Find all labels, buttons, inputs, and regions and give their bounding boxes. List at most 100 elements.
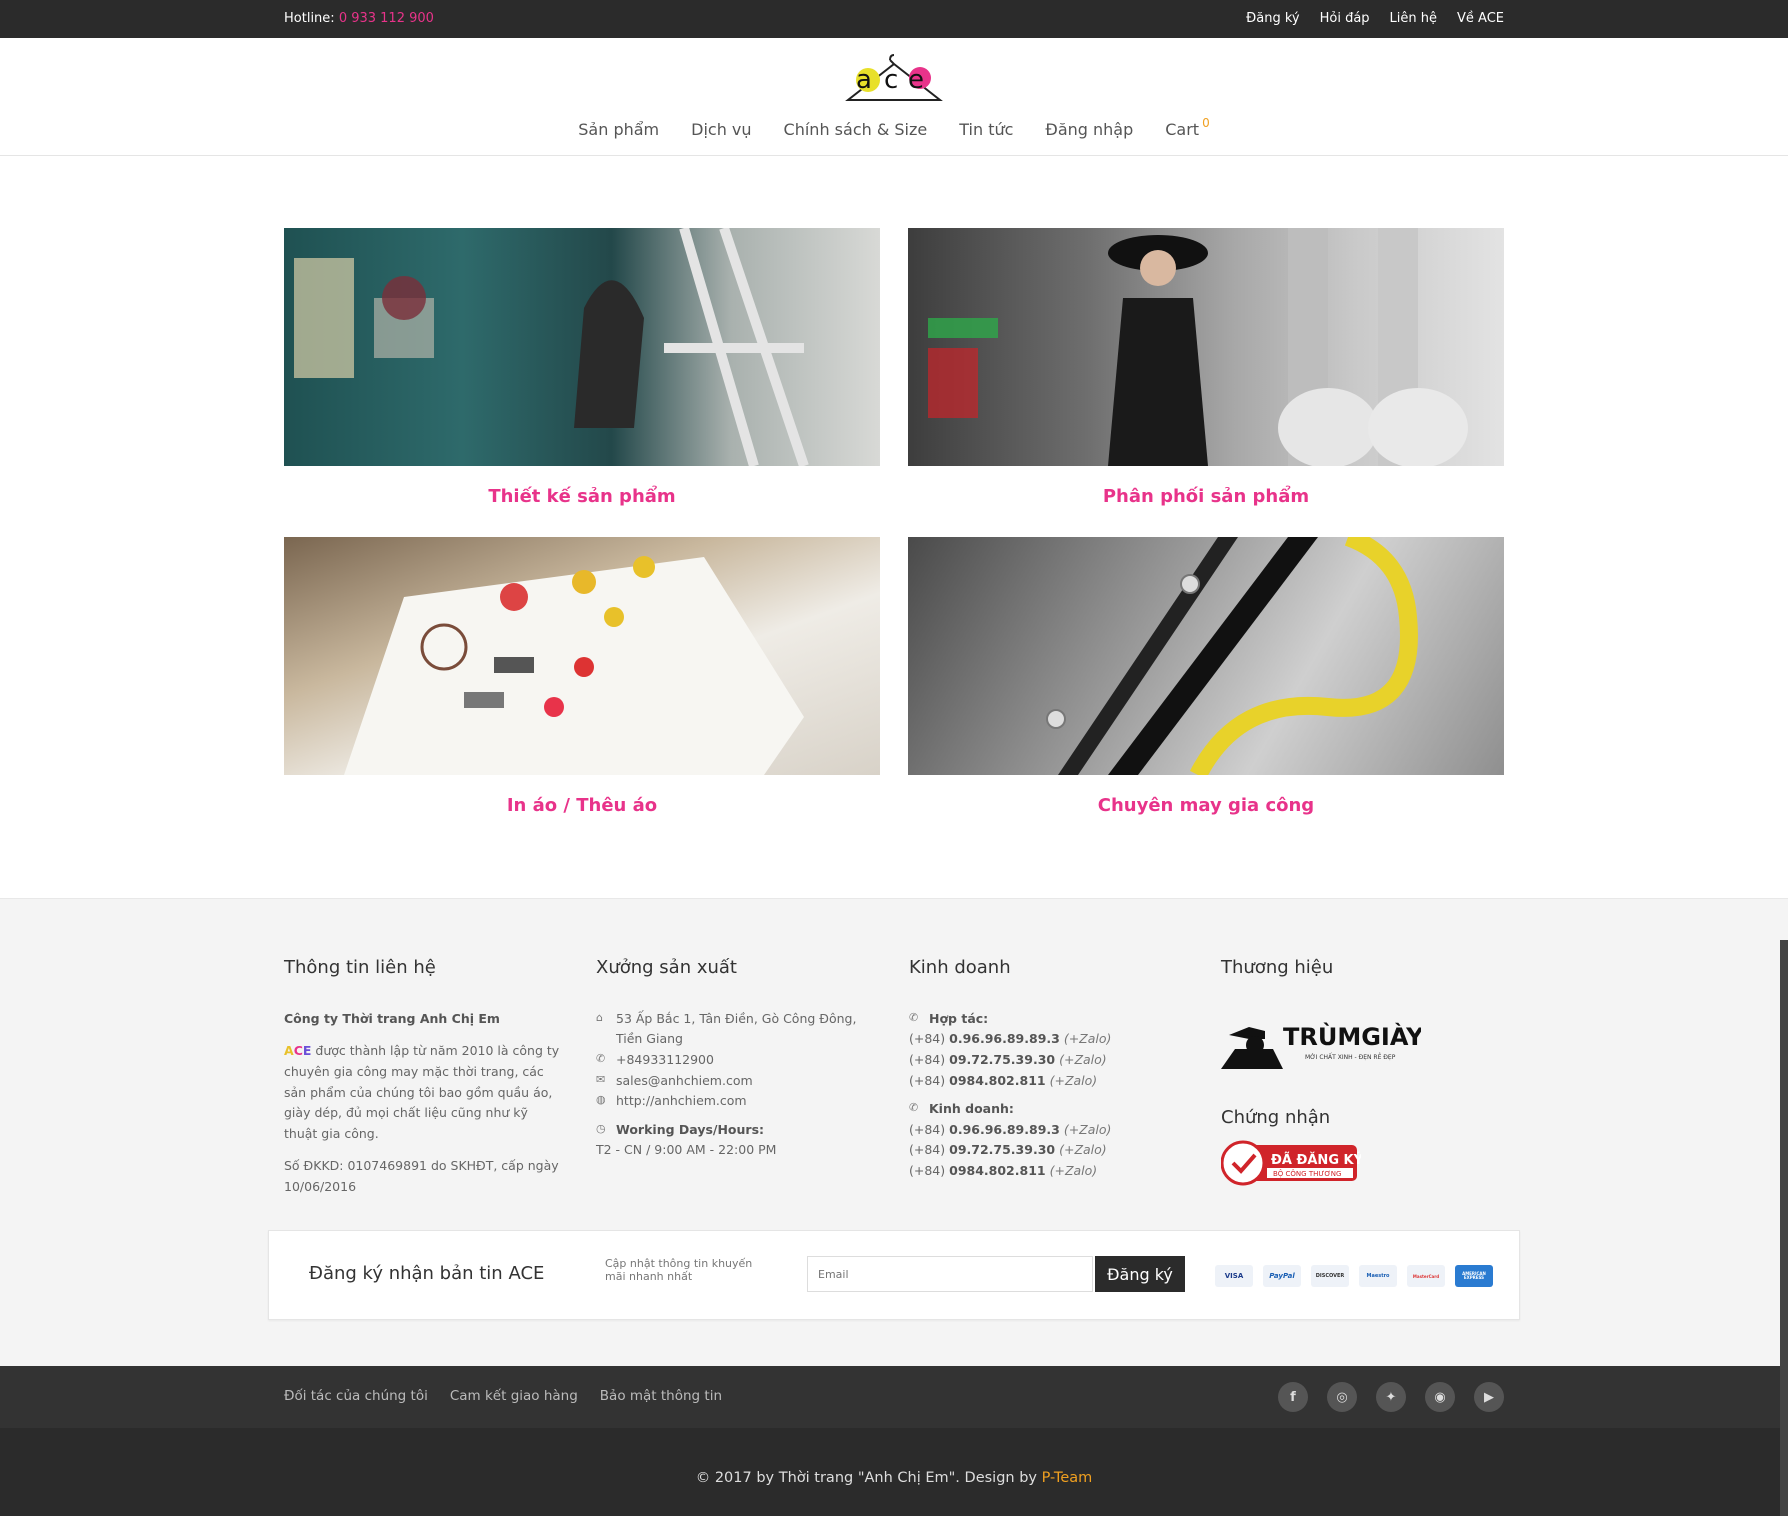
top-link-faq[interactable]: Hỏi đáp xyxy=(1320,11,1370,26)
company-desc: ACE được thành lập từ năm 2010 là công t… xyxy=(284,1043,560,1141)
svg-text:c: c xyxy=(884,65,898,95)
tape-measure-photo xyxy=(1046,537,1418,775)
trumgiay-logo[interactable]: TRÙMGIÀY MỚI CHẤT XINH - ĐẸN RẺ ĐẸP xyxy=(1221,1009,1424,1069)
phone-icon: ✆ xyxy=(909,1101,919,1115)
phone-icon: ✆ xyxy=(596,1051,606,1065)
top-links: Đăng ký Hỏi đáp Liên hệ Về ACE xyxy=(1246,11,1504,26)
ace-logo[interactable]: a c e xyxy=(844,52,944,108)
nav-news[interactable]: Tin tức xyxy=(959,120,1013,139)
phone-number[interactable]: 0.96.96.89.89.3 xyxy=(949,1122,1060,1137)
service-tile-distribution[interactable]: Phân phối sản phẩm xyxy=(908,228,1504,507)
phone-number[interactable]: 0984.802.811 xyxy=(949,1163,1045,1178)
bottom-link-delivery[interactable]: Cam kết giao hàng xyxy=(450,1388,578,1404)
instagram-icon[interactable]: ◎ xyxy=(1327,1382,1357,1412)
phone-icon: ✆ xyxy=(909,1010,919,1024)
tshirt-photo xyxy=(344,556,804,775)
factory-address-row: ⌂ 53 Ấp Bắc 1, Tân Điền, Gò Công Đông, Ti… xyxy=(596,1009,876,1050)
nav-products[interactable]: Sản phẩm xyxy=(578,120,659,139)
phone-number[interactable]: 0984.802.811 xyxy=(949,1073,1045,1088)
sales-phone: (+84) 09.72.75.39.30 (+Zalo) xyxy=(909,1140,1189,1161)
brand-logo-text: TRÙMGIÀY xyxy=(1283,1021,1421,1051)
rss-icon[interactable]: ◉ xyxy=(1425,1382,1455,1412)
service-caption-sewing[interactable]: Chuyên may gia công xyxy=(908,795,1504,816)
service-image-printing[interactable] xyxy=(284,537,880,775)
factory-email[interactable]: sales@anhchiem.com xyxy=(616,1071,753,1092)
factory-email-row: ✉ sales@anhchiem.com xyxy=(596,1071,876,1092)
newsletter-subtitle: Cập nhật thông tin khuyến mãi nhanh nhất xyxy=(605,1257,753,1284)
phone-note: (+Zalo) xyxy=(1049,1163,1098,1179)
social-links: f ◎ ✦ ◉ ▶ xyxy=(1278,1382,1504,1412)
hotline-number[interactable]: 0 933 112 900 xyxy=(339,11,434,26)
nav-login[interactable]: Đăng nhập xyxy=(1045,120,1133,139)
home-icon: ⌂ xyxy=(596,1010,603,1024)
phone-prefix: (+84) xyxy=(909,1031,946,1047)
service-caption-printing[interactable]: In áo / Thêu áo xyxy=(284,795,880,816)
youtube-icon[interactable]: ▶ xyxy=(1474,1382,1504,1412)
service-caption-distribution[interactable]: Phân phối sản phẩm xyxy=(908,486,1504,507)
bottom-nav-bar: Đối tác của chúng tôi Cam kết giao hàng … xyxy=(0,1366,1788,1428)
phone-prefix: (+84) xyxy=(909,1051,946,1067)
cart-count-badge: 0 xyxy=(1202,116,1210,130)
factory-hours-label: Working Days/Hours: xyxy=(616,1121,765,1137)
factory-address: 53 Ấp Bắc 1, Tân Điền, Gò Công Đông, Tiề… xyxy=(616,1010,857,1047)
clock-icon: ◷ xyxy=(596,1121,606,1135)
service-image-design[interactable] xyxy=(284,228,880,466)
phone-number[interactable]: 0.96.96.89.89.3 xyxy=(949,1031,1060,1046)
facebook-icon[interactable]: f xyxy=(1278,1382,1308,1412)
coop-phone: (+84) 09.72.75.39.30 (+Zalo) xyxy=(909,1050,1189,1071)
nav-cart-label: Cart xyxy=(1165,120,1200,139)
phone-prefix: (+84) xyxy=(909,1072,946,1088)
service-image-sewing[interactable] xyxy=(908,537,1504,775)
model-photo xyxy=(928,228,1468,466)
factory-website-row: ◍ http://anhchiem.com xyxy=(596,1091,876,1112)
footer-business-title: Kinh doanh xyxy=(909,957,1011,978)
service-tile-printing[interactable]: In áo / Thêu áo xyxy=(284,537,880,816)
factory-phone[interactable]: +84933112900 xyxy=(616,1050,714,1071)
top-link-register[interactable]: Đăng ký xyxy=(1246,11,1299,26)
factory-website[interactable]: http://anhchiem.com xyxy=(616,1091,747,1112)
service-tile-design[interactable]: Thiết kế sản phẩm xyxy=(284,228,880,507)
bottom-link-partners[interactable]: Đối tác của chúng tôi xyxy=(284,1388,428,1404)
bottom-links: Đối tác của chúng tôi Cam kết giao hàng … xyxy=(284,1388,722,1404)
phone-number[interactable]: 09.72.75.39.30 xyxy=(949,1142,1055,1157)
company-name: Công ty Thời trang Anh Chị Em xyxy=(284,1010,500,1026)
service-caption-design[interactable]: Thiết kế sản phẩm xyxy=(284,486,880,507)
phone-note: (+Zalo) xyxy=(1049,1072,1098,1088)
twitter-icon[interactable]: ✦ xyxy=(1376,1382,1406,1412)
mastercard-card-icon: MasterCard xyxy=(1407,1265,1445,1287)
nav-cart[interactable]: Cart 0 xyxy=(1165,116,1209,139)
top-link-contact[interactable]: Liên hệ xyxy=(1390,11,1437,26)
coop-label-row: ✆ Hợp tác: xyxy=(909,1009,1189,1030)
phone-number[interactable]: 09.72.75.39.30 xyxy=(949,1052,1055,1067)
newsletter-submit-button[interactable]: Đăng ký xyxy=(1095,1256,1185,1292)
footer-contact: Thông tin liên hệ Công ty Thời trang Anh… xyxy=(284,953,564,1210)
newsletter-email-input[interactable] xyxy=(807,1256,1093,1292)
envelope-icon: ✉ xyxy=(596,1072,606,1086)
factory-phone-row: ✆ +84933112900 xyxy=(596,1050,876,1071)
sales-label: Kinh doanh: xyxy=(929,1101,1014,1117)
discover-card-icon: DISCOVER xyxy=(1311,1265,1349,1287)
coop-label: Hợp tác: xyxy=(929,1010,989,1026)
visa-card-icon: VISA xyxy=(1215,1265,1253,1287)
svg-text:e: e xyxy=(908,65,924,95)
phone-note: (+Zalo) xyxy=(1059,1051,1107,1067)
nav-policy-size[interactable]: Chính sách & Size xyxy=(784,120,928,139)
painter-photo xyxy=(294,228,809,466)
service-image-distribution[interactable] xyxy=(908,228,1504,466)
payment-cards: VISA PayPal DISCOVER Maestro MasterCard … xyxy=(1215,1265,1493,1287)
designer-link[interactable]: P-Team xyxy=(1042,1470,1093,1486)
nav-services[interactable]: Dịch vụ xyxy=(691,120,751,139)
top-link-about[interactable]: Về ACE xyxy=(1457,11,1504,26)
footer-contact-title: Thông tin liên hệ xyxy=(284,957,436,978)
cert-badge[interactable]: ĐÃ ĐĂNG KÝ BỘ CÔNG THƯƠNG xyxy=(1220,1139,1364,1187)
svg-text:a: a xyxy=(856,65,872,95)
company-desc-text: được thành lập từ năm 2010 là công ty ch… xyxy=(284,1043,560,1141)
phone-note: (+Zalo) xyxy=(1059,1142,1107,1158)
scrollbar[interactable] xyxy=(1780,940,1788,1516)
brand-logo-sub: MỚI CHẤT XINH - ĐẸN RẺ ĐẸP xyxy=(1305,1053,1396,1061)
bottom-link-privacy[interactable]: Bảo mật thông tin xyxy=(600,1388,722,1404)
factory-hours-row: ◷ Working Days/Hours: xyxy=(596,1120,876,1141)
service-tile-sewing[interactable]: Chuyên may gia công xyxy=(908,537,1504,816)
coop-phone: (+84) 0984.802.811 (+Zalo) xyxy=(909,1071,1189,1092)
hotline: Hotline: 0 933 112 900 xyxy=(284,11,434,26)
